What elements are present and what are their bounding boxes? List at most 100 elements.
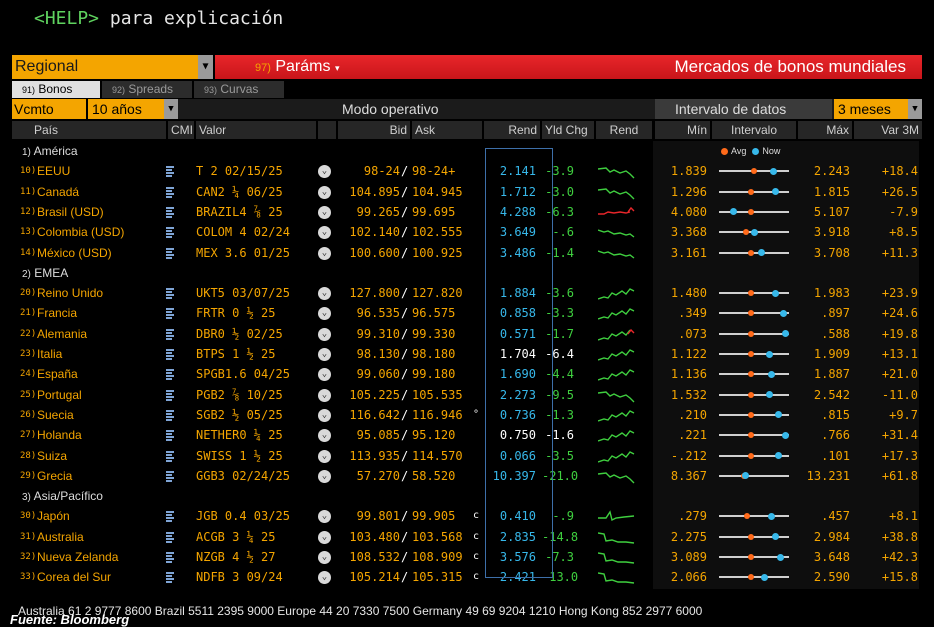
yield-sparkline[interactable] [598, 468, 638, 485]
security-name[interactable]: ACGB 3 ¼ 25 [196, 527, 275, 547]
country-name[interactable]: Reino Unido [37, 283, 103, 303]
range-bar[interactable] [719, 466, 789, 486]
table-row[interactable]: 10) EEUU T 2 02/15/25 ⌄ 98-24/98-24+ 2.141 -3.… [12, 161, 922, 181]
interval-dropdown-icon[interactable]: ▼ [908, 99, 922, 119]
security-name[interactable]: SWISS 1 ½ 25 [196, 446, 283, 466]
country-name[interactable]: EEUU [37, 161, 70, 181]
cmi-icon[interactable] [166, 349, 174, 360]
maturity-dropdown-icon[interactable]: ▼ [164, 99, 178, 119]
region-select[interactable]: Regional [12, 55, 199, 79]
country-name[interactable]: Australia [37, 527, 84, 547]
col-yldchg[interactable]: Yld Chg [542, 121, 594, 139]
yield-sparkline[interactable] [598, 549, 638, 566]
yield-sparkline[interactable] [598, 204, 638, 221]
col-max[interactable]: Máx [798, 121, 852, 139]
security-name[interactable]: MEX 3.6 01/25 [196, 243, 290, 263]
cmi-icon[interactable] [166, 409, 174, 421]
range-bar[interactable] [719, 222, 789, 242]
range-bar[interactable] [719, 303, 789, 323]
row-number[interactable]: 12) [20, 202, 36, 222]
country-name[interactable]: Japón [37, 506, 70, 526]
range-bar[interactable] [719, 344, 789, 364]
chevron-down-icon[interactable]: ⌄ [318, 287, 331, 301]
range-bar[interactable] [719, 283, 789, 303]
country-name[interactable]: Suecia [37, 405, 74, 425]
yield-sparkline[interactable] [598, 427, 638, 444]
chevron-down-icon[interactable]: ⌄ [318, 510, 331, 524]
chevron-down-icon[interactable]: ⌄ [318, 429, 331, 443]
table-row[interactable]: 33) Corea del Sur NDFB 3 09/24 ⌄ 105.214/105… [12, 567, 922, 587]
row-number[interactable]: 23) [20, 344, 36, 364]
country-name[interactable]: Francia [37, 303, 77, 323]
range-bar[interactable] [719, 202, 789, 222]
chevron-down-icon[interactable]: ⌄ [318, 165, 331, 179]
range-bar[interactable] [719, 161, 789, 181]
range-bar[interactable] [719, 324, 789, 344]
cmi-icon[interactable] [166, 288, 174, 300]
row-number[interactable]: 11) [20, 182, 36, 202]
range-bar[interactable] [719, 243, 789, 263]
yield-sparkline[interactable] [598, 407, 638, 424]
chevron-down-icon[interactable]: ⌄ [318, 348, 331, 361]
country-name[interactable]: México (USD) [37, 243, 112, 263]
country-name[interactable]: España [37, 364, 78, 384]
cmi-icon[interactable] [166, 247, 174, 259]
country-name[interactable]: Grecia [37, 466, 72, 486]
country-name[interactable]: Suiza [37, 446, 67, 466]
cmi-icon[interactable] [166, 186, 174, 198]
country-name[interactable]: Holanda [37, 425, 82, 445]
country-name[interactable]: Alemania [37, 324, 87, 344]
tab-1[interactable]: 92) Spreads [102, 81, 192, 98]
security-name[interactable]: CAN2 ¼ 06/25 [196, 182, 283, 202]
security-name[interactable]: DBR0 ½ 02/25 [196, 324, 283, 344]
yield-sparkline[interactable] [598, 387, 638, 404]
security-name[interactable]: NZGB 4 ½ 27 [196, 547, 275, 567]
row-number[interactable]: 25) [20, 385, 36, 405]
table-row[interactable]: 30) Japón JGB 0.4 03/25 ⌄ 99.801/99.905 c 0.41… [12, 506, 922, 526]
range-bar[interactable] [719, 385, 789, 405]
row-number[interactable]: 21) [20, 303, 36, 323]
chevron-down-icon[interactable]: ⌄ [318, 205, 331, 219]
col-rend-chart[interactable]: Rend [596, 121, 652, 139]
cmi-icon[interactable] [166, 328, 174, 340]
cmi-icon[interactable] [166, 369, 174, 381]
col-valor[interactable]: Valor [196, 121, 316, 139]
country-name[interactable]: Nueva Zelanda [37, 547, 118, 567]
cmi-icon[interactable] [166, 572, 174, 584]
params-button[interactable]: 97) Paráms ▾ [255, 55, 339, 80]
yield-sparkline[interactable] [598, 163, 638, 180]
range-bar[interactable] [719, 405, 789, 425]
cmi-icon[interactable] [166, 430, 174, 442]
yield-sparkline[interactable] [598, 366, 638, 383]
interval-select[interactable]: 3 meses [834, 99, 908, 119]
security-name[interactable]: BTPS 1 ½ 25 [196, 344, 275, 364]
yield-sparkline[interactable] [598, 569, 638, 586]
table-row[interactable]: 11) Canadá CAN2 ¼ 06/25 ⌄ 104.895/104.945 1.7… [12, 182, 922, 202]
yield-sparkline[interactable] [598, 326, 638, 343]
col-var3m[interactable]: Var 3M [854, 121, 922, 139]
country-name[interactable]: Colombia (USD) [37, 222, 124, 242]
yield-sparkline[interactable] [598, 224, 638, 241]
security-name[interactable]: GGB3 02/24/25 [196, 466, 290, 486]
security-name[interactable]: JGB 0.4 03/25 [196, 506, 290, 526]
tab-0[interactable]: 91) Bonos [12, 81, 100, 98]
yield-sparkline[interactable] [598, 346, 638, 363]
security-name[interactable]: BRAZIL4 ⅞ 25 [196, 202, 283, 222]
help-key[interactable]: <HELP> [34, 8, 99, 29]
chevron-down-icon[interactable]: ⌄ [318, 571, 331, 585]
range-bar[interactable] [719, 446, 789, 466]
table-row[interactable]: 29) Grecia GGB3 02/24/25 ⌄ 57.270/58.520 10.3… [12, 466, 922, 486]
cmi-icon[interactable] [166, 511, 174, 523]
row-number[interactable]: 32) [20, 547, 36, 567]
cmi-icon[interactable] [166, 552, 174, 563]
chevron-down-icon[interactable]: ⌄ [318, 226, 331, 240]
yield-sparkline[interactable] [598, 285, 638, 302]
col-min[interactable]: Mín [655, 121, 710, 139]
chevron-down-icon[interactable]: ⌄ [318, 307, 331, 321]
row-number[interactable]: 22) [20, 324, 36, 344]
chevron-down-icon[interactable]: ⌄ [318, 449, 331, 463]
security-name[interactable]: SGB2 ½ 05/25 [196, 405, 283, 425]
cmi-icon[interactable] [166, 389, 174, 401]
row-number[interactable]: 31) [20, 527, 36, 547]
col-intervalo[interactable]: Intervalo [712, 121, 796, 139]
